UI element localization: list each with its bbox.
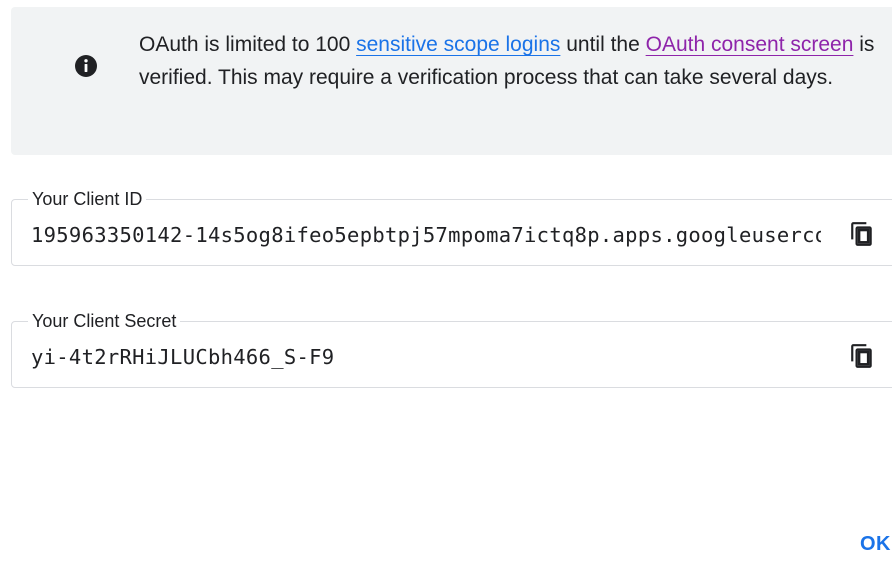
banner-text-before: OAuth is limited to 100 <box>139 33 357 56</box>
client-id-value[interactable]: 195963350142-14s5og8ifeo5epbtpj57mpoma7i… <box>31 220 821 250</box>
info-icon <box>75 55 97 77</box>
sensitive-scope-logins-link[interactable]: sensitive scope logins <box>356 33 560 56</box>
ok-button[interactable]: OK <box>850 526 892 562</box>
copy-client-id-button[interactable] <box>844 216 880 252</box>
banner-text-middle: until the <box>560 33 646 56</box>
client-secret-field[interactable]: Your Client Secret yi-4t2rRHiJLUCbh466_S… <box>11 309 892 388</box>
copy-icon <box>851 222 872 246</box>
client-secret-value[interactable]: yi-4t2rRHiJLUCbh466_S-F9 <box>31 342 821 372</box>
copy-client-secret-button[interactable] <box>844 338 880 374</box>
copy-icon <box>851 344 872 368</box>
client-secret-label: Your Client Secret <box>28 309 181 333</box>
banner-message: OAuth is limited to 100 sensitive scope … <box>139 28 879 94</box>
client-id-label: Your Client ID <box>28 187 147 211</box>
oauth-info-banner: OAuth is limited to 100 sensitive scope … <box>11 7 892 155</box>
client-id-field[interactable]: Your Client ID 195963350142-14s5og8ifeo5… <box>11 187 892 266</box>
oauth-consent-screen-link[interactable]: OAuth consent screen <box>646 33 854 56</box>
